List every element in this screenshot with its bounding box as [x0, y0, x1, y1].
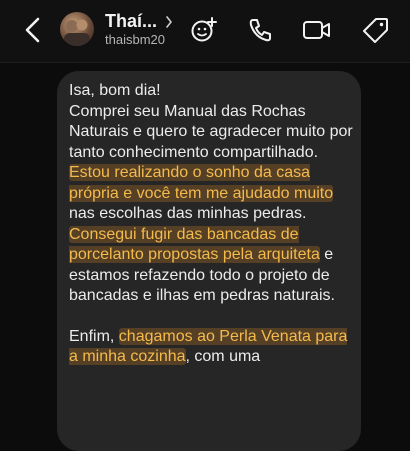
highlight-1: Estou realizando o sonho da casa própria…	[69, 164, 334, 202]
message-text: Isa, bom dia! Comprei seu Manual das Roc…	[69, 81, 354, 368]
highlight-2: Consegui fugir das bancadas de porcelant…	[69, 225, 320, 263]
message-text-span: , com uma	[185, 348, 261, 365]
contact-handle: thaisbm20	[105, 32, 165, 47]
chat-header: Thaí... thaisbm20	[0, 0, 410, 63]
message-text-span: Enfim,	[69, 327, 119, 345]
contact-name[interactable]: Thaí...	[105, 11, 157, 32]
message-greeting: Isa, bom dia!	[69, 82, 161, 99]
tag-icon[interactable]	[362, 16, 390, 44]
phone-icon[interactable]	[246, 16, 274, 44]
video-icon[interactable]	[302, 16, 332, 44]
message-paragraph-3: Consegui fugir das bancadas de porcelant…	[69, 225, 354, 307]
message-text-span: nas escolhas das minhas pedras.	[69, 205, 307, 222]
add-people-icon[interactable]	[190, 16, 218, 44]
contact-name-row[interactable]: Thaí...	[105, 11, 173, 32]
message-paragraph-2: Estou realizando o sonho da casa própria…	[69, 163, 354, 225]
chevron-right-icon[interactable]	[165, 15, 173, 28]
message-paragraph-4: Enfim, chagamos ao Perla Venata para a m…	[69, 327, 354, 368]
message-paragraph-1: Comprei seu Manual das Rochas Naturais e…	[69, 102, 353, 161]
avatar[interactable]	[60, 12, 94, 46]
back-arrow-icon[interactable]	[22, 16, 44, 44]
